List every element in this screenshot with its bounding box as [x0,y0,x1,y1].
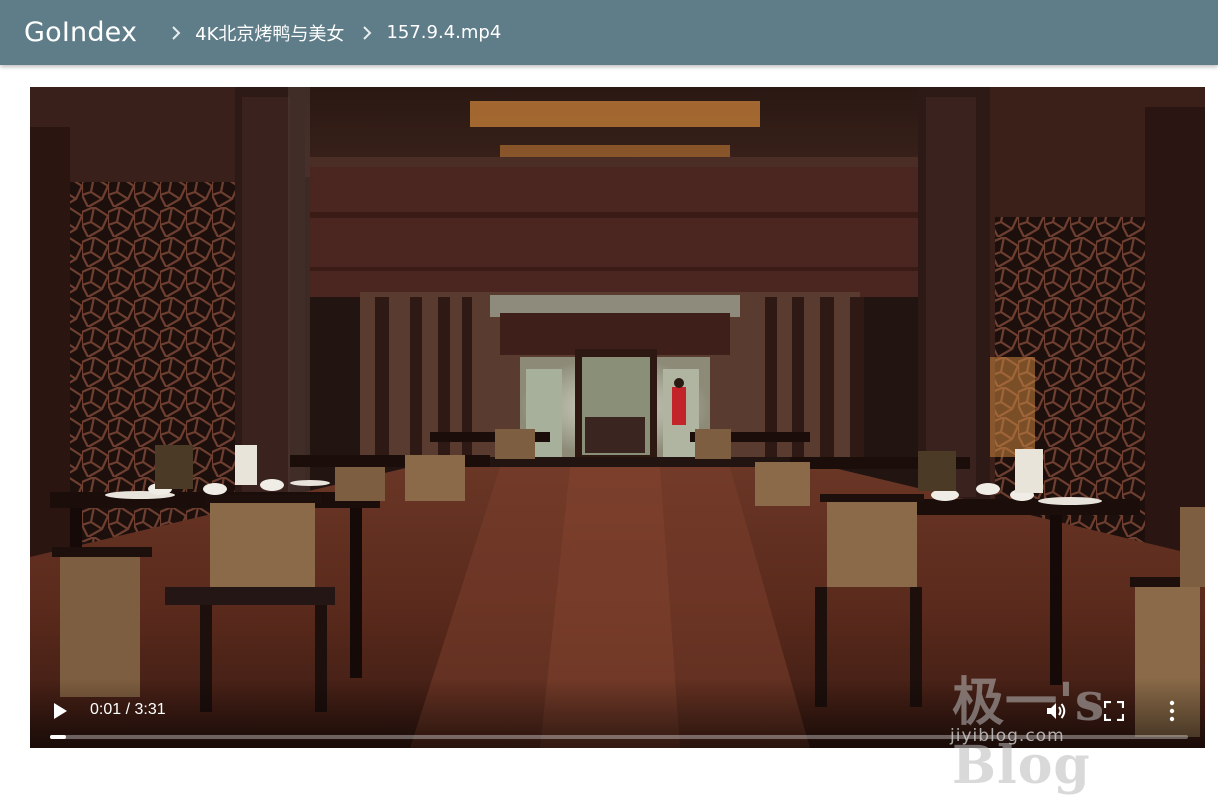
chevron-right-icon [172,25,181,40]
app-title[interactable]: GoIndex [24,17,137,48]
watermark-url: jiyiblog.com [950,726,1065,746]
time-display: 0:01 / 3:31 [90,701,166,718]
video-frame [30,87,1205,748]
progress-fill [50,735,66,739]
top-app-bar: GoIndex 4K北京烤鸭与美女 157.9.4.mp4 [0,0,1218,65]
video-player[interactable]: 0:01 / 3:31 [30,87,1205,748]
play-icon[interactable] [52,702,68,720]
chevron-right-icon [363,25,372,40]
breadcrumb-folder[interactable]: 4K北京烤鸭与美女 [195,20,344,46]
breadcrumb: 4K北京烤鸭与美女 157.9.4.mp4 [167,20,501,46]
breadcrumb-file[interactable]: 157.9.4.mp4 [386,22,501,43]
